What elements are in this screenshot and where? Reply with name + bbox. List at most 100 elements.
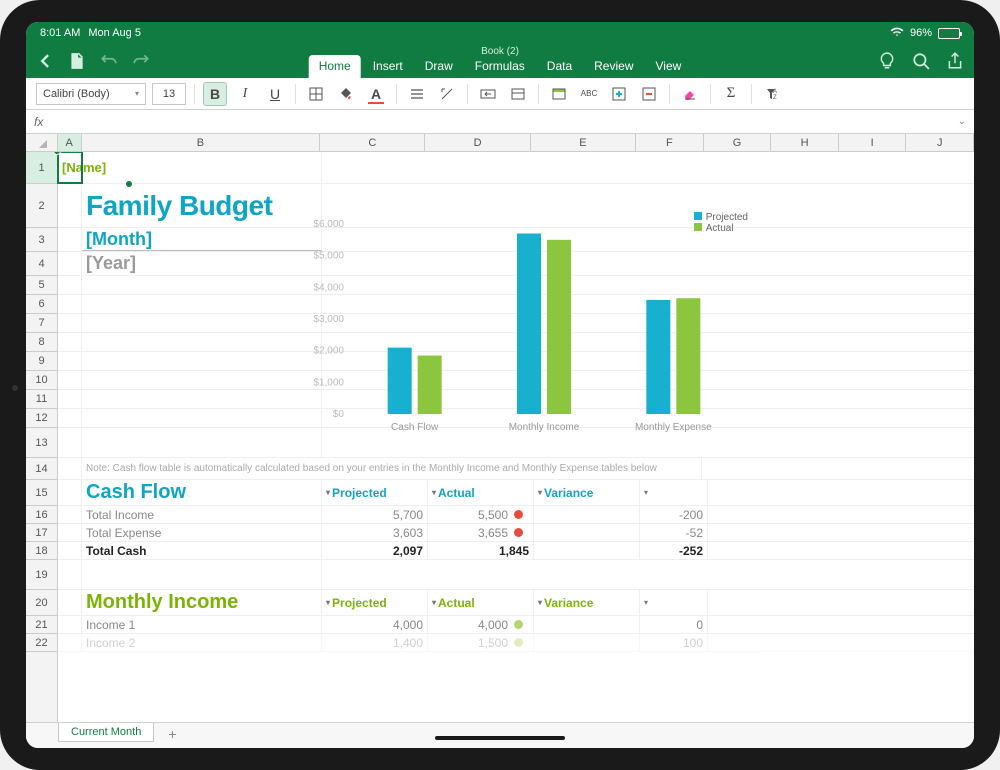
col-header-A[interactable]: A	[58, 134, 82, 151]
cell-B1[interactable]	[82, 152, 322, 183]
align-button[interactable]	[405, 82, 429, 106]
sort-filter-button[interactable]: AZ	[760, 82, 784, 106]
col-header-J[interactable]: J	[906, 134, 974, 151]
insert-cells-button[interactable]	[607, 82, 631, 106]
back-icon[interactable]	[36, 52, 54, 70]
filter-end[interactable]: ▾	[640, 590, 708, 615]
font-name-select[interactable]: Calibri (Body)▾	[36, 83, 146, 105]
col-header-B[interactable]: B	[82, 134, 320, 151]
row-header-1[interactable]: 1	[26, 152, 57, 184]
merge-button[interactable]	[476, 82, 500, 106]
tab-home[interactable]: Home	[309, 55, 361, 78]
tab-data[interactable]: Data	[537, 55, 582, 78]
selection-handle[interactable]	[53, 152, 61, 155]
autosum-button[interactable]: Σ	[719, 82, 743, 106]
number-format-button[interactable]	[506, 82, 530, 106]
cell-A2[interactable]	[58, 184, 82, 227]
col-header-H[interactable]: H	[771, 134, 839, 151]
row-header-20[interactable]: 20	[26, 590, 57, 616]
clear-button[interactable]	[678, 82, 702, 106]
col-header-F[interactable]: F	[636, 134, 704, 151]
cashflow-row-label[interactable]: Total Income	[82, 506, 322, 523]
row-header-9[interactable]: 9	[26, 352, 57, 371]
row-header-8[interactable]: 8	[26, 333, 57, 352]
col-header-C[interactable]: C	[320, 134, 425, 151]
share-icon[interactable]	[946, 52, 964, 70]
cf-var-1[interactable]: -52	[640, 524, 708, 541]
lightbulb-icon[interactable]	[878, 52, 896, 70]
cf-proj-0[interactable]: 5,700	[322, 506, 428, 523]
underline-button[interactable]: U	[263, 82, 287, 106]
row-header-5[interactable]: 5	[26, 276, 57, 295]
undo-icon[interactable]	[100, 52, 118, 70]
filter-icon[interactable]: ▾	[326, 488, 330, 497]
cf-var-0[interactable]: -200	[640, 506, 708, 523]
formula-expand-icon[interactable]: ⌄	[958, 116, 966, 127]
home-indicator[interactable]	[435, 736, 565, 740]
search-icon[interactable]	[912, 52, 930, 70]
selection-handle[interactable]	[125, 180, 133, 188]
col-variance[interactable]: ▾Variance	[534, 590, 640, 615]
col-projected[interactable]: ▾Projected	[322, 480, 428, 505]
filter-icon[interactable]: ▾	[326, 598, 330, 607]
row-header-14[interactable]: 14	[26, 458, 57, 480]
row-header-2[interactable]: 2	[26, 184, 57, 228]
row-header-21[interactable]: 21	[26, 616, 57, 634]
col-variance[interactable]: ▾Variance	[534, 480, 640, 505]
row-header-17[interactable]: 17	[26, 524, 57, 542]
col-actual[interactable]: ▾Actual	[428, 480, 534, 505]
month-cell[interactable]: [Month]	[82, 228, 322, 251]
col-actual[interactable]: ▾Actual	[428, 590, 534, 615]
filter-icon[interactable]: ▾	[538, 488, 542, 497]
file-icon[interactable]	[68, 52, 86, 70]
monthly-income-header[interactable]: Monthly Income	[82, 590, 322, 615]
row-header-11[interactable]: 11	[26, 390, 57, 409]
tab-insert[interactable]: Insert	[363, 55, 413, 78]
select-all-corner[interactable]	[26, 134, 58, 151]
row-header-19[interactable]: 19	[26, 560, 57, 590]
filter-icon[interactable]: ▾	[644, 488, 648, 497]
row-header-3[interactable]: 3	[26, 228, 57, 252]
cf-var-2[interactable]: -252	[640, 542, 708, 559]
cf-act-1[interactable]: 3,655	[428, 524, 534, 541]
cf-act-2[interactable]: 1,845	[428, 542, 534, 559]
income-row-label[interactable]: Income 1	[82, 616, 322, 633]
tab-draw[interactable]: Draw	[415, 55, 463, 78]
row-header-15[interactable]: 15	[26, 480, 57, 506]
orientation-button[interactable]	[435, 82, 459, 106]
filter-icon[interactable]: ▾	[432, 598, 436, 607]
cashflow-row-label[interactable]: Total Expense	[82, 524, 322, 541]
cell-A1[interactable]: [Name]	[58, 152, 82, 183]
budget-title[interactable]: Family Budget	[82, 184, 322, 227]
year-cell[interactable]: [Year]	[82, 252, 322, 275]
row-header-16[interactable]: 16	[26, 506, 57, 524]
row-header-6[interactable]: 6	[26, 295, 57, 314]
cashflow-header[interactable]: Cash Flow	[82, 480, 322, 505]
tab-view[interactable]: View	[645, 55, 691, 78]
tab-formulas[interactable]: Formulas	[465, 55, 535, 78]
cf-act-0[interactable]: 5,500	[428, 506, 534, 523]
font-size-select[interactable]: 13	[152, 83, 186, 105]
sheet-tab-current[interactable]: Current Month	[58, 723, 154, 742]
border-button[interactable]	[304, 82, 328, 106]
row-header-7[interactable]: 7	[26, 314, 57, 333]
filter-icon[interactable]: ▾	[644, 598, 648, 607]
row-header-12[interactable]: 12	[26, 409, 57, 428]
format-table-button[interactable]: ABC	[577, 82, 601, 106]
italic-button[interactable]: I	[233, 82, 257, 106]
formula-input[interactable]	[51, 112, 949, 132]
filter-icon[interactable]: ▾	[432, 488, 436, 497]
col-header-G[interactable]: G	[704, 134, 772, 151]
delete-cells-button[interactable]	[637, 82, 661, 106]
font-color-button[interactable]: A	[364, 82, 388, 106]
cf-proj-2[interactable]: 2,097	[322, 542, 428, 559]
fill-color-button[interactable]	[334, 82, 358, 106]
new-sheet-button[interactable]: +	[158, 723, 186, 745]
tab-review[interactable]: Review	[584, 55, 643, 78]
col-header-I[interactable]: I	[839, 134, 907, 151]
inc-act-0[interactable]: 4,000	[428, 616, 534, 633]
row-header-10[interactable]: 10	[26, 371, 57, 390]
col-projected[interactable]: ▾Projected	[322, 590, 428, 615]
col-header-E[interactable]: E	[531, 134, 636, 151]
inc-var-0[interactable]: 0	[640, 616, 708, 633]
